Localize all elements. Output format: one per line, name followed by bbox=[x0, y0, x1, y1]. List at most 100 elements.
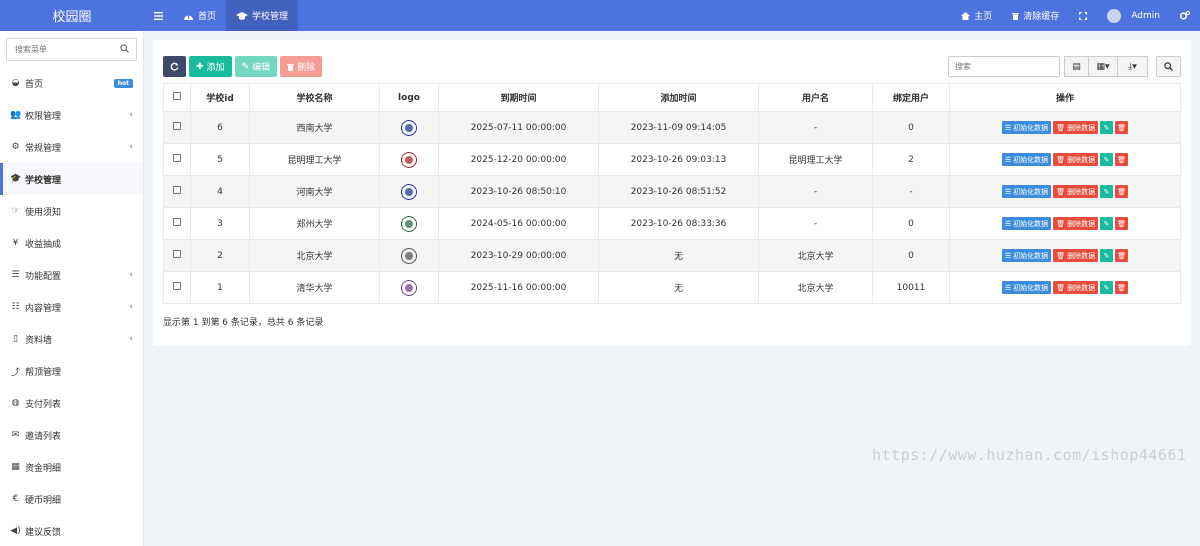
clear-data-button[interactable]: 🗑 删除数据 bbox=[1053, 249, 1099, 262]
sidebar-item-coin-details[interactable]: € 硬币明细 bbox=[0, 483, 143, 515]
column-header[interactable]: 到期时间 bbox=[438, 83, 599, 112]
user-menu[interactable]: Admin bbox=[1097, 0, 1170, 31]
edit-row-button[interactable]: ✎ bbox=[1100, 249, 1114, 262]
delete-row-button[interactable]: 🗑 bbox=[1115, 281, 1129, 294]
table-row[interactable]: 3 郑州大学 2024-05-16 00:00:00 2023-10-26 08:33… bbox=[163, 207, 1181, 240]
search-button[interactable] bbox=[1156, 56, 1181, 77]
clear-data-label: 删除数据 bbox=[1067, 251, 1096, 260]
delete-row-button[interactable]: 🗑 bbox=[1115, 121, 1129, 134]
column-header[interactable]: 操作 bbox=[949, 83, 1181, 112]
delete-row-button[interactable]: 🗑 bbox=[1115, 249, 1129, 262]
init-data-button[interactable]: ☰ 初始化数据 bbox=[1001, 217, 1052, 230]
table-row[interactable]: 4 河南大学 2023-10-26 08:50:10 2023-10-26 08:51… bbox=[163, 175, 1181, 208]
clear-data-button[interactable]: 🗑 删除数据 bbox=[1053, 217, 1099, 230]
edit-row-button[interactable]: ✎ bbox=[1100, 185, 1114, 198]
column-header[interactable]: 学校id bbox=[190, 83, 250, 112]
clear-data-button[interactable]: 🗑 删除数据 bbox=[1053, 121, 1099, 134]
table-tools: ▤ ▦▾ ⤓▾ bbox=[948, 56, 1181, 77]
delete-button[interactable]: 删除 bbox=[280, 56, 323, 77]
bound-users-cell: 0 bbox=[872, 111, 950, 144]
row-checkbox[interactable] bbox=[173, 186, 181, 194]
clear-data-button[interactable]: 🗑 删除数据 bbox=[1053, 153, 1099, 166]
delete-row-button[interactable]: 🗑 bbox=[1115, 185, 1129, 198]
settings-button[interactable] bbox=[1170, 0, 1200, 31]
init-data-button[interactable]: ☰ 初始化数据 bbox=[1001, 281, 1052, 294]
edit-button[interactable]: ✎ 编辑 bbox=[234, 56, 278, 77]
sidebar-item-home[interactable]: ◒ 首页 hot bbox=[0, 67, 143, 99]
init-data-button[interactable]: ☰ 初始化数据 bbox=[1001, 185, 1052, 198]
school-logo-image[interactable] bbox=[401, 119, 417, 136]
sidebar-item-usage-notice[interactable]: ☞ 使用须知 bbox=[0, 195, 143, 227]
fullscreen-button[interactable] bbox=[1069, 0, 1097, 31]
column-header[interactable]: 用户名 bbox=[758, 83, 873, 112]
row-checkbox[interactable] bbox=[173, 218, 181, 226]
school-logo-image[interactable] bbox=[401, 151, 417, 168]
edit-row-button[interactable]: ✎ bbox=[1100, 121, 1114, 134]
sidebar-item-label: 收益抽成 bbox=[25, 239, 62, 250]
home-link[interactable]: 主页 bbox=[951, 0, 1002, 31]
row-checkbox[interactable] bbox=[173, 122, 181, 130]
sidebar-item-revenue-share[interactable]: ¥ 收益抽成 bbox=[0, 227, 143, 259]
actions-cell: ☰ 初始化数据 🗑 删除数据 ✎ 🗑 bbox=[949, 175, 1181, 208]
avatar bbox=[1107, 8, 1122, 23]
trash-icon: 🗑 bbox=[1117, 219, 1127, 228]
brand-logo[interactable]: 校园圈 bbox=[0, 0, 144, 31]
column-header[interactable]: 学校名称 bbox=[249, 83, 380, 112]
refresh-button[interactable] bbox=[163, 56, 186, 77]
sidebar-item-resource-wall[interactable]: ▯ 资料墙 ‹ bbox=[0, 323, 143, 355]
column-header[interactable]: 添加时间 bbox=[598, 83, 759, 112]
column-header[interactable]: logo bbox=[379, 83, 439, 112]
add-button[interactable]: ✚ 添加 bbox=[189, 56, 232, 77]
tab-home[interactable]: 首页 bbox=[173, 0, 226, 31]
sidebar-item-bump[interactable]: ⤴ 帮顶管理 bbox=[0, 355, 143, 387]
init-data-button[interactable]: ☰ 初始化数据 bbox=[1001, 121, 1052, 134]
table-row[interactable]: 1 清华大学 2025-11-16 00:00:00 无北京大学 10011 ☰ 初始化数据… bbox=[163, 271, 1181, 304]
table-search-input[interactable] bbox=[948, 56, 1060, 77]
added-time-cell: 2023-10-26 09:03:13 bbox=[598, 143, 759, 176]
columns-button[interactable]: ▦▾ bbox=[1089, 56, 1118, 77]
sidebar-item-payments[interactable]: ◍ 支付列表 bbox=[0, 387, 143, 419]
wechat-icon: ◍ bbox=[11, 398, 20, 408]
sidebar-item-feedback[interactable]: ◀) 建议反馈 bbox=[0, 515, 143, 546]
toggle-view-button[interactable]: ▤ bbox=[1064, 56, 1089, 77]
school-logo-image[interactable] bbox=[401, 183, 417, 200]
menu-search-input[interactable] bbox=[7, 39, 136, 60]
sidebar-item-permissions[interactable]: 👥 权限管理 ‹ bbox=[0, 99, 143, 131]
sidebar-item-general[interactable]: ⚙ 常规管理 ‹ bbox=[0, 131, 143, 163]
table-row[interactable]: 2 北京大学 2023-10-29 00:00:00 无北京大学 0 ☰ 初始化数据 🗑 删除数… bbox=[163, 239, 1181, 272]
column-header[interactable]: 绑定用户 bbox=[872, 83, 950, 112]
delete-row-button[interactable]: 🗑 bbox=[1115, 153, 1129, 166]
edit-row-button[interactable]: ✎ bbox=[1100, 217, 1114, 230]
edit-row-button[interactable]: ✎ bbox=[1100, 281, 1114, 294]
school-logo-image[interactable] bbox=[401, 279, 417, 296]
table-row[interactable]: 6 西南大学 2025-07-11 00:00:00 2023-11-09 09:14… bbox=[163, 111, 1181, 144]
clear-cache-button[interactable]: 清除缓存 bbox=[1002, 0, 1069, 31]
school-logo-image[interactable] bbox=[401, 215, 417, 232]
sidebar-item-feature-config[interactable]: ☰ 功能配置 ‹ bbox=[0, 259, 143, 291]
sidebar-item-fund-details[interactable]: ▦ 资金明细 bbox=[0, 451, 143, 483]
init-data-button[interactable]: ☰ 初始化数据 bbox=[1001, 153, 1052, 166]
edit-row-button[interactable]: ✎ bbox=[1100, 153, 1114, 166]
sidebar-item-content[interactable]: ☷ 内容管理 ‹ bbox=[0, 291, 143, 323]
select-all-checkbox[interactable] bbox=[173, 92, 181, 100]
row-checkbox[interactable] bbox=[173, 154, 181, 162]
export-button[interactable]: ⤓▾ bbox=[1118, 56, 1148, 77]
sidebar-item-invites[interactable]: ✉ 邀请列表 bbox=[0, 419, 143, 451]
actions-cell: ☰ 初始化数据 🗑 删除数据 ✎ 🗑 bbox=[949, 207, 1181, 240]
clear-data-button[interactable]: 🗑 删除数据 bbox=[1053, 185, 1099, 198]
row-checkbox[interactable] bbox=[173, 282, 181, 290]
username-cell: - bbox=[758, 207, 873, 240]
sidebar-item-school-management[interactable]: 🎓 学校管理 bbox=[0, 163, 143, 195]
table-row[interactable]: 5 昆明理工大学 2025-12-20 00:00:00 2023-10-26 09:… bbox=[163, 143, 1181, 176]
clear-data-button[interactable]: 🗑 删除数据 bbox=[1053, 281, 1099, 294]
username-cell: 北京大学 bbox=[758, 271, 873, 304]
row-select-cell bbox=[163, 143, 191, 176]
search-icon[interactable] bbox=[120, 44, 129, 53]
menu-toggle-button[interactable] bbox=[144, 0, 173, 31]
init-data-button[interactable]: ☰ 初始化数据 bbox=[1001, 249, 1052, 262]
trash-icon: 🗑 bbox=[1117, 187, 1127, 196]
school-logo-image[interactable] bbox=[401, 247, 417, 264]
tab-school-management[interactable]: 学校管理 bbox=[226, 0, 299, 31]
row-checkbox[interactable] bbox=[173, 250, 181, 258]
delete-row-button[interactable]: 🗑 bbox=[1115, 217, 1129, 230]
